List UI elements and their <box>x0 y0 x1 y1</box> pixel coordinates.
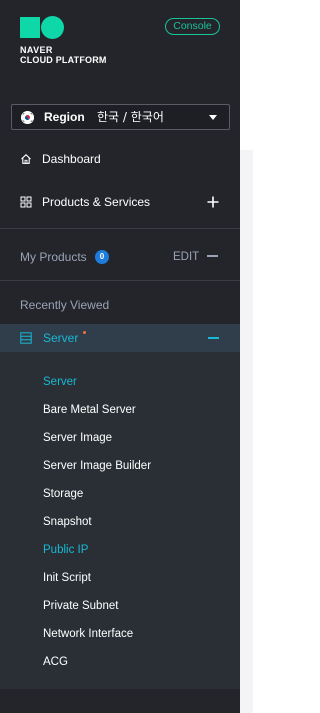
server-group-label: Server <box>43 331 79 345</box>
grid-icon <box>20 196 32 208</box>
server-icon <box>20 332 32 344</box>
server-group-header[interactable]: Server <box>0 324 240 352</box>
submenu-item-acg[interactable]: ACG <box>43 655 68 669</box>
server-submenu: Server Bare Metal Server Server Image Se… <box>0 352 240 689</box>
minus-icon[interactable] <box>207 255 218 257</box>
my-products-label[interactable]: My Products <box>20 250 87 264</box>
region-label: Region <box>44 110 85 124</box>
divider <box>0 228 240 229</box>
submenu-item-bare-metal-server[interactable]: Bare Metal Server <box>43 403 136 417</box>
nav-dashboard[interactable]: Dashboard <box>0 147 240 171</box>
console-button[interactable]: Console <box>165 18 220 35</box>
home-icon <box>21 154 31 164</box>
plus-icon[interactable] <box>207 196 219 208</box>
nav-products-label: Products & Services <box>42 195 151 209</box>
my-products-count-badge: 0 <box>95 250 109 264</box>
logo-mark-icon <box>20 16 66 40</box>
submenu-item-server[interactable]: Server <box>43 375 77 389</box>
divider <box>0 280 240 281</box>
recently-viewed-label[interactable]: Recently Viewed <box>20 298 109 312</box>
submenu-item-server-image-builder[interactable]: Server Image Builder <box>43 459 151 473</box>
submenu-item-snapshot[interactable]: Snapshot <box>43 515 92 529</box>
region-language: 한국 / 한국어 <box>97 110 164 124</box>
logo-text-naver: NAVER <box>20 45 53 55</box>
caret-down-icon <box>209 115 217 120</box>
region-selector[interactable]: Region 한국 / 한국어 <box>11 104 230 130</box>
content-area-top <box>240 0 253 150</box>
sidebar: NAVER CLOUD PLATFORM Console Region 한국 /… <box>0 0 240 713</box>
logo-text-cloud-platform: CLOUD PLATFORM <box>20 55 107 65</box>
my-products-edit-link[interactable]: EDIT <box>173 250 199 264</box>
submenu-item-public-ip[interactable]: Public IP <box>43 543 88 557</box>
submenu-item-network-interface[interactable]: Network Interface <box>43 627 133 641</box>
submenu-item-private-subnet[interactable]: Private Subnet <box>43 599 118 613</box>
nav-dashboard-label: Dashboard <box>42 152 101 166</box>
new-indicator-dot <box>83 331 86 334</box>
naver-cloud-logo[interactable]: NAVER CLOUD PLATFORM <box>20 16 107 65</box>
submenu-item-server-image[interactable]: Server Image <box>43 431 112 445</box>
korea-flag-icon <box>21 111 34 124</box>
minus-icon[interactable] <box>208 337 219 339</box>
nav-products-services[interactable]: Products & Services <box>0 190 240 214</box>
submenu-item-storage[interactable]: Storage <box>43 487 83 501</box>
content-area <box>240 150 253 713</box>
submenu-item-init-script[interactable]: Init Script <box>43 571 91 585</box>
